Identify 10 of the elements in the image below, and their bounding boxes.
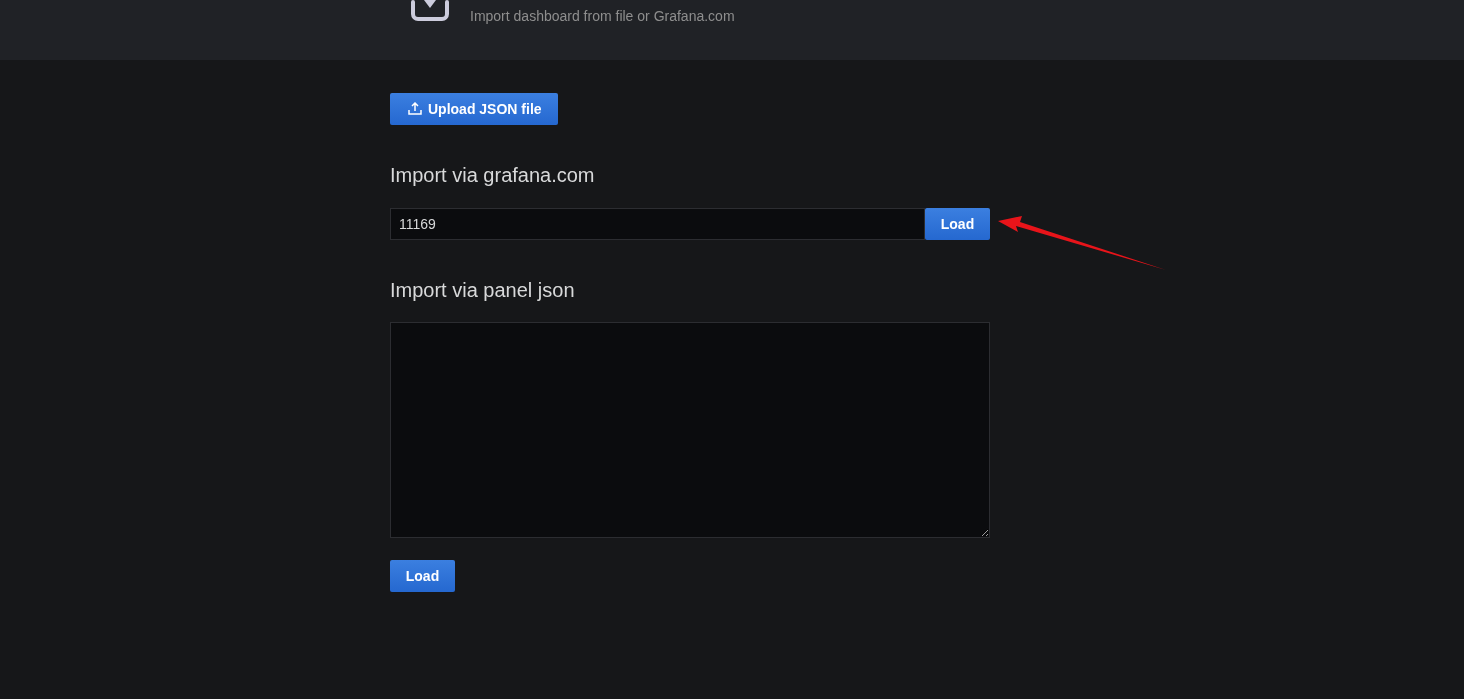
- dashboard-id-field[interactable]: 11169: [390, 208, 925, 240]
- panel-json-field[interactable]: [390, 322, 990, 538]
- load-button[interactable]: Load: [390, 560, 455, 592]
- section-heading: Import via grafana.com: [390, 163, 596, 188]
- page-subtitle: Import dashboard from file or Grafana.com: [470, 7, 735, 25]
- download-icon: [410, 0, 450, 22]
- upload-json-button[interactable]: Upload JSON file: [390, 93, 558, 125]
- upload-icon: [408, 102, 422, 116]
- load-button[interactable]: Load: [925, 208, 990, 240]
- section-heading: Import via panel json: [390, 278, 576, 303]
